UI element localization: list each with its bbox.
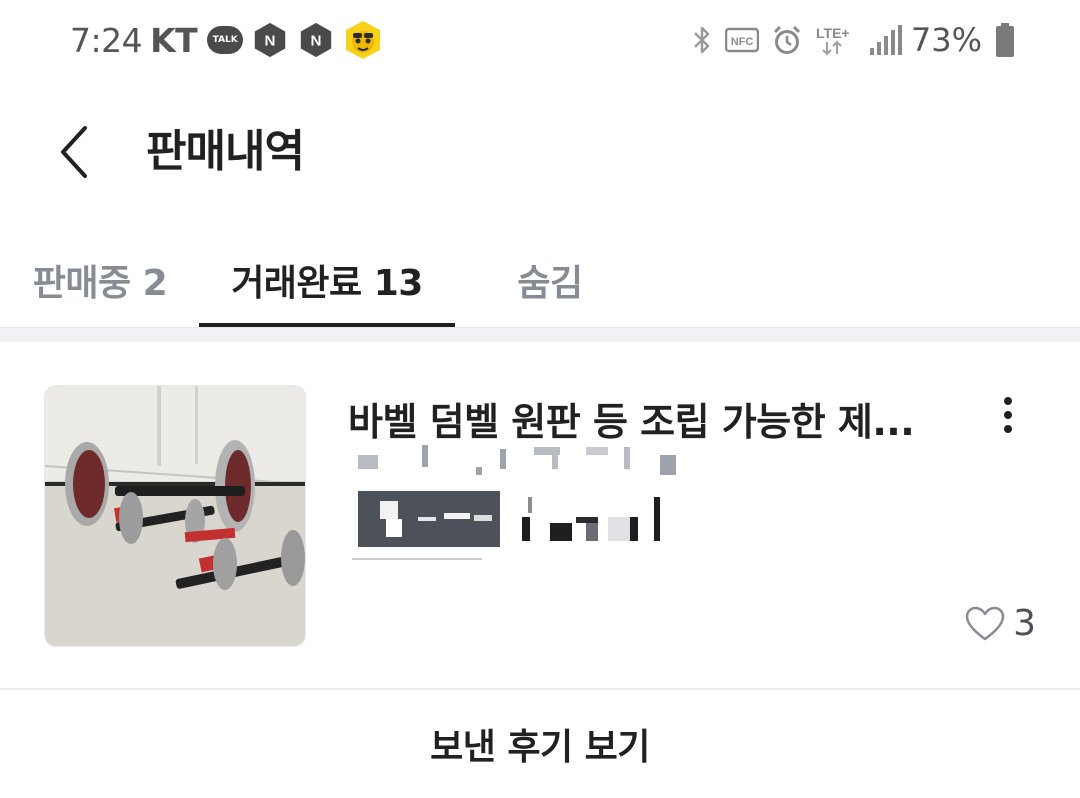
like-count: 3 (965, 603, 1036, 644)
status-bar-left: 7:24 KT TALK N N (70, 14, 391, 66)
battery-icon (996, 23, 1014, 57)
nfc-icon-label: NFC (731, 36, 754, 48)
masked-location-time (358, 445, 676, 475)
svg-text:N: N (265, 33, 276, 50)
more-vertical-icon (1004, 397, 1012, 405)
status-bar-right: NFC LTE+ 73% (679, 14, 1016, 66)
view-sent-review-button[interactable]: 보낸 후기 보기 (0, 690, 1080, 798)
alarm-icon (773, 25, 800, 54)
item-title[interactable]: 바벨 덤벨 원판 등 조립 가능한 제... (348, 391, 938, 446)
status-bar: 7:24 KT TALK N N NFC LTE+ 73% (0, 0, 1080, 80)
app-header: 판매내역 (0, 92, 1080, 212)
network-type-label: LTE+ (816, 25, 850, 41)
more-vertical-dot (1004, 411, 1012, 419)
more-options-button[interactable] (984, 391, 1032, 439)
kakaotalk-icon-label: TALK (212, 35, 238, 45)
kakao-character-icon (346, 21, 381, 59)
list-item[interactable]: 바벨 덤벨 원판 등 조립 가능한 제... 3 (0, 341, 1080, 687)
page-title: 판매내역 (146, 126, 305, 177)
notification-icons: TALK N N (207, 20, 391, 60)
like-count-number: 3 (1013, 603, 1036, 644)
back-button[interactable] (40, 112, 110, 192)
barbell-photo (45, 386, 305, 646)
tab-hidden[interactable]: 숨김 (470, 232, 630, 328)
section-divider (0, 327, 1080, 342)
masked-divider (352, 558, 482, 560)
status-carrier: KT (150, 20, 198, 60)
chevron-left-icon (61, 126, 87, 178)
svg-text:N: N (311, 33, 322, 50)
tab-bar: 판매중 2 거래완료 13 숨김 (0, 232, 1080, 328)
tab-completed[interactable]: 거래완료 13 (199, 232, 455, 328)
naver-icon: N (255, 22, 286, 58)
masked-price (522, 497, 660, 541)
kakaotalk-icon: TALK (207, 26, 244, 54)
masked-status-pixels (380, 501, 492, 537)
tab-selling[interactable]: 판매중 2 (10, 232, 190, 328)
bluetooth-icon (693, 26, 710, 54)
heart-outline-icon (965, 606, 1005, 640)
naver-icon: N (301, 22, 332, 58)
lte-plus-icon: LTE+ (816, 25, 850, 56)
masked-status-badge (358, 491, 500, 547)
nfc-icon: NFC (724, 27, 759, 53)
status-time: 7:24 (70, 20, 143, 60)
signal-icon (869, 25, 902, 55)
battery-percent: 73% (910, 21, 982, 59)
item-thumbnail[interactable] (44, 385, 306, 647)
more-vertical-dot (1004, 425, 1012, 433)
sales-history-screen: 7:24 KT TALK N N NFC LTE+ 73% 판매내역 판매중 2… (0, 0, 1080, 798)
